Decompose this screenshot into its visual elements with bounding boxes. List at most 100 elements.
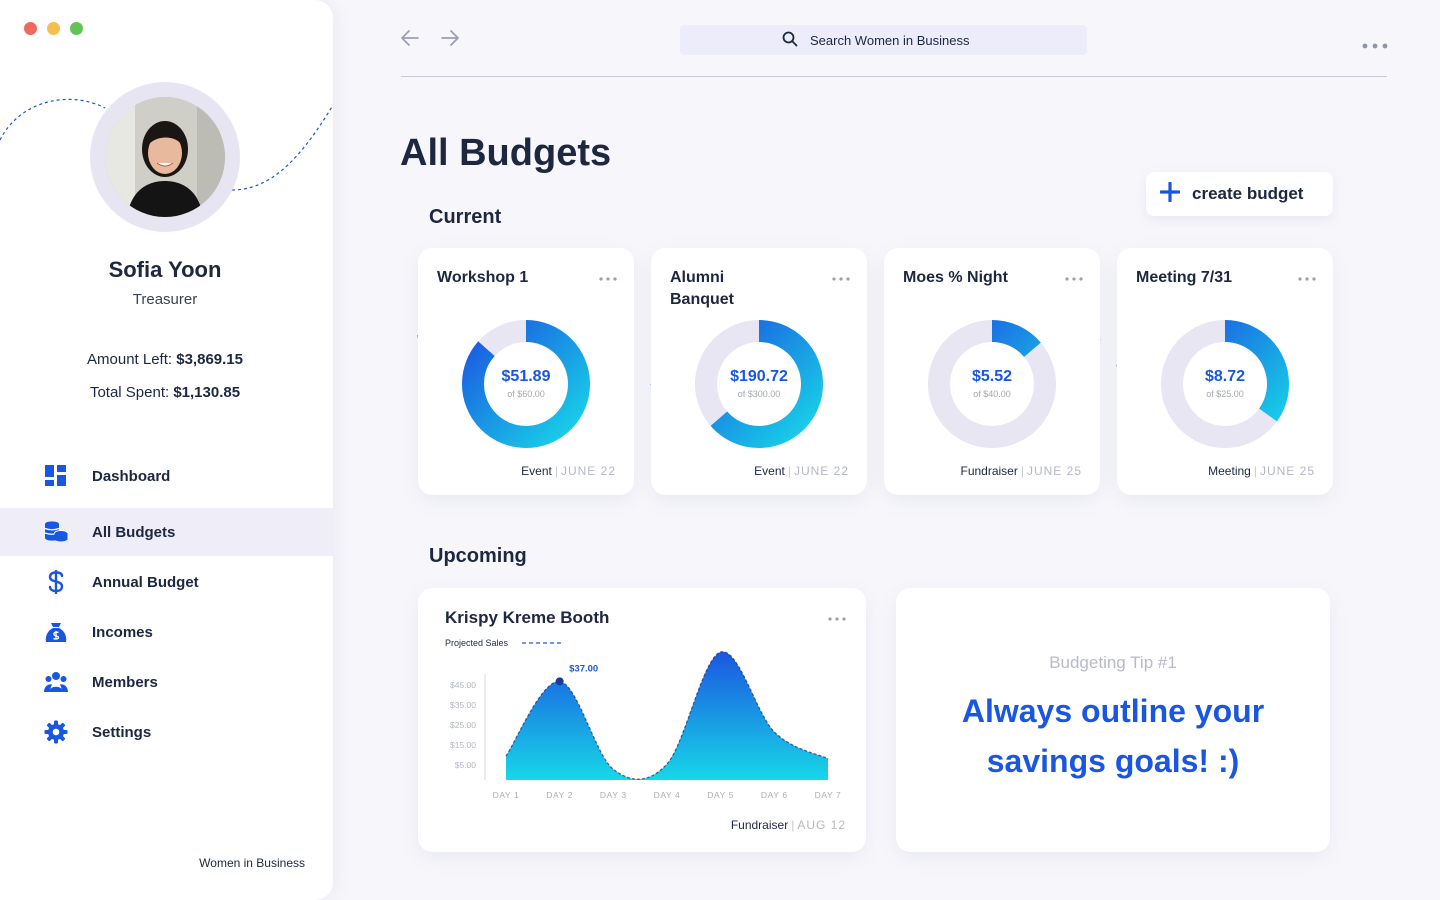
avatar[interactable] bbox=[105, 97, 225, 217]
sidebar-item-label: Members bbox=[92, 673, 158, 691]
sidebar-nav: Dashboard All Budgets Annual Budget Inco… bbox=[0, 452, 333, 758]
search-bar[interactable] bbox=[680, 25, 1087, 55]
upcoming-budget-card[interactable]: Krispy Kreme Booth Projected Sales $45.0… bbox=[418, 588, 866, 852]
budget-footer: Meeting | JUNE 25 bbox=[1208, 464, 1315, 478]
budget-footer: Event | JUNE 22 bbox=[521, 464, 616, 478]
total-spent: Total Spent: $1,130.85 bbox=[0, 384, 330, 401]
money-bag-icon bbox=[44, 620, 68, 644]
y-tick-label: $25.00 bbox=[450, 720, 476, 730]
x-tick-label: DAY 3 bbox=[600, 790, 627, 800]
members-icon bbox=[44, 670, 68, 694]
sidebar-item-annual-budget[interactable]: Annual Budget bbox=[0, 558, 333, 606]
budget-type: Meeting bbox=[1208, 464, 1251, 478]
sidebar-item-label: Dashboard bbox=[92, 467, 171, 485]
sidebar-item-label: All Budgets bbox=[92, 523, 176, 541]
budget-date: JUNE 22 bbox=[560, 464, 616, 478]
more-options-icon[interactable] bbox=[1298, 268, 1316, 286]
budget-footer: Fundraiser | JUNE 25 bbox=[960, 464, 1082, 478]
profile-role: Treasurer bbox=[132, 291, 198, 308]
header-divider bbox=[401, 76, 1387, 77]
x-tick-label: DAY 2 bbox=[546, 790, 573, 800]
budget-title: Alumni Banquet bbox=[670, 269, 734, 308]
sidebar: Sofia Yoon Treasurer Amount Left: $3,869… bbox=[0, 0, 333, 900]
upcoming-section-title: Upcoming bbox=[429, 545, 527, 567]
data-label: $37.00 bbox=[569, 663, 598, 674]
budget-total: of $40.00 bbox=[973, 389, 1011, 399]
more-options-icon[interactable] bbox=[1362, 36, 1388, 54]
amount-left: Amount Left: $3,869.15 bbox=[0, 351, 330, 368]
create-budget-button[interactable]: create budget bbox=[1146, 172, 1333, 216]
projected-sales-chart: $45.00 $35.00 $25.00 $15.00 $5.00 DAY 1 DAY 2 D… bbox=[450, 651, 842, 800]
current-section-title: Current bbox=[429, 206, 502, 228]
budget-total: of $25.00 bbox=[1206, 389, 1244, 399]
budget-date: JUNE 25 bbox=[1026, 464, 1082, 478]
sidebar-item-label: Incomes bbox=[92, 623, 153, 641]
budget-amount: $190.72 bbox=[730, 368, 788, 385]
sidebar-item-members[interactable]: Members bbox=[0, 658, 333, 706]
forward-arrow-icon[interactable] bbox=[440, 28, 460, 53]
upcoming-date: AUG 12 bbox=[797, 818, 846, 832]
total-spent-value: $1,130.85 bbox=[173, 384, 241, 401]
x-tick-label: DAY 1 bbox=[493, 790, 520, 800]
more-options-icon[interactable] bbox=[599, 268, 617, 286]
create-budget-label: create budget bbox=[1192, 184, 1304, 203]
budget-card[interactable]: Meeting 7/31 $8.72 of $25.00 Meeting | JUN… bbox=[1117, 248, 1333, 495]
budget-footer: Event | JUNE 22 bbox=[754, 464, 849, 478]
y-tick-label: $45.00 bbox=[450, 680, 476, 690]
budget-title: Meeting 7/31 bbox=[1136, 269, 1233, 286]
search-icon bbox=[782, 31, 798, 50]
back-arrow-icon[interactable] bbox=[400, 28, 420, 53]
budget-tip-card: Budgeting Tip #1 Always outline your sav… bbox=[896, 588, 1330, 852]
budget-card[interactable]: Alumni Banquet $190.72 of $300.00 Event |… bbox=[651, 248, 867, 495]
data-point-marker[interactable] bbox=[555, 677, 564, 686]
sidebar-item-label: Annual Budget bbox=[92, 573, 199, 591]
sidebar-item-settings[interactable]: Settings bbox=[0, 708, 333, 756]
budget-total: of $60.00 bbox=[507, 389, 545, 399]
budget-date: JUNE 25 bbox=[1259, 464, 1315, 478]
more-options-icon[interactable] bbox=[832, 268, 850, 286]
amount-left-value: $3,869.15 bbox=[176, 351, 243, 368]
budget-type: Event bbox=[521, 464, 552, 478]
profile-name: Sofia Yoon bbox=[108, 257, 222, 282]
dashboard-icon bbox=[44, 464, 68, 488]
x-tick-label: DAY 7 bbox=[815, 790, 842, 800]
x-tick-label: DAY 6 bbox=[761, 790, 788, 800]
tip-text: Always outline your savings goals! :) bbox=[961, 693, 1265, 779]
budget-title: Moes % Night bbox=[903, 269, 1008, 286]
amount-left-label: Amount Left: bbox=[87, 351, 173, 368]
coins-icon bbox=[44, 520, 68, 544]
y-tick-label: $15.00 bbox=[450, 740, 476, 750]
budget-card[interactable]: Moes % Night $5.52 of $40.00 Fundraiser |… bbox=[884, 248, 1100, 495]
budget-title: Workshop 1 bbox=[437, 269, 529, 286]
gear-icon bbox=[44, 720, 68, 744]
sidebar-item-incomes[interactable]: Incomes bbox=[0, 608, 333, 656]
budget-type: Fundraiser bbox=[960, 464, 1018, 478]
profile-photo bbox=[105, 97, 225, 217]
plus-icon bbox=[1159, 180, 1181, 207]
avatar-ring bbox=[90, 82, 240, 232]
budget-card[interactable]: Workshop 1 $51.89 of $60.00 Event | JUNE 2… bbox=[418, 248, 634, 495]
page-title: All Budgets bbox=[400, 132, 612, 174]
series-area bbox=[506, 651, 828, 780]
more-options-icon[interactable] bbox=[1065, 268, 1083, 286]
footer-brand: Women in Business bbox=[199, 856, 305, 870]
budget-amount: $8.72 bbox=[1204, 368, 1246, 385]
y-tick-label: $5.00 bbox=[455, 760, 477, 770]
search-input[interactable] bbox=[810, 32, 985, 48]
tip-label: Budgeting Tip #1 bbox=[1049, 653, 1177, 672]
upcoming-footer: Fundraiser | AUG 12 bbox=[730, 818, 846, 832]
sidebar-item-all-budgets[interactable]: All Budgets bbox=[0, 508, 333, 556]
budget-type: Event bbox=[754, 464, 785, 478]
budget-amount: $5.52 bbox=[971, 368, 1013, 385]
budget-total: of $300.00 bbox=[737, 389, 781, 399]
total-spent-label: Total Spent: bbox=[89, 384, 170, 401]
x-tick-label: DAY 4 bbox=[654, 790, 681, 800]
sidebar-item-dashboard[interactable]: Dashboard bbox=[0, 452, 333, 500]
y-tick-label: $35.00 bbox=[450, 700, 476, 710]
budget-amount: $51.89 bbox=[501, 368, 551, 385]
dollar-icon bbox=[44, 570, 68, 594]
x-tick-label: DAY 5 bbox=[707, 790, 734, 800]
sidebar-item-label: Settings bbox=[92, 723, 152, 741]
budget-date: JUNE 22 bbox=[793, 464, 849, 478]
upcoming-type: Fundraiser bbox=[730, 818, 789, 832]
